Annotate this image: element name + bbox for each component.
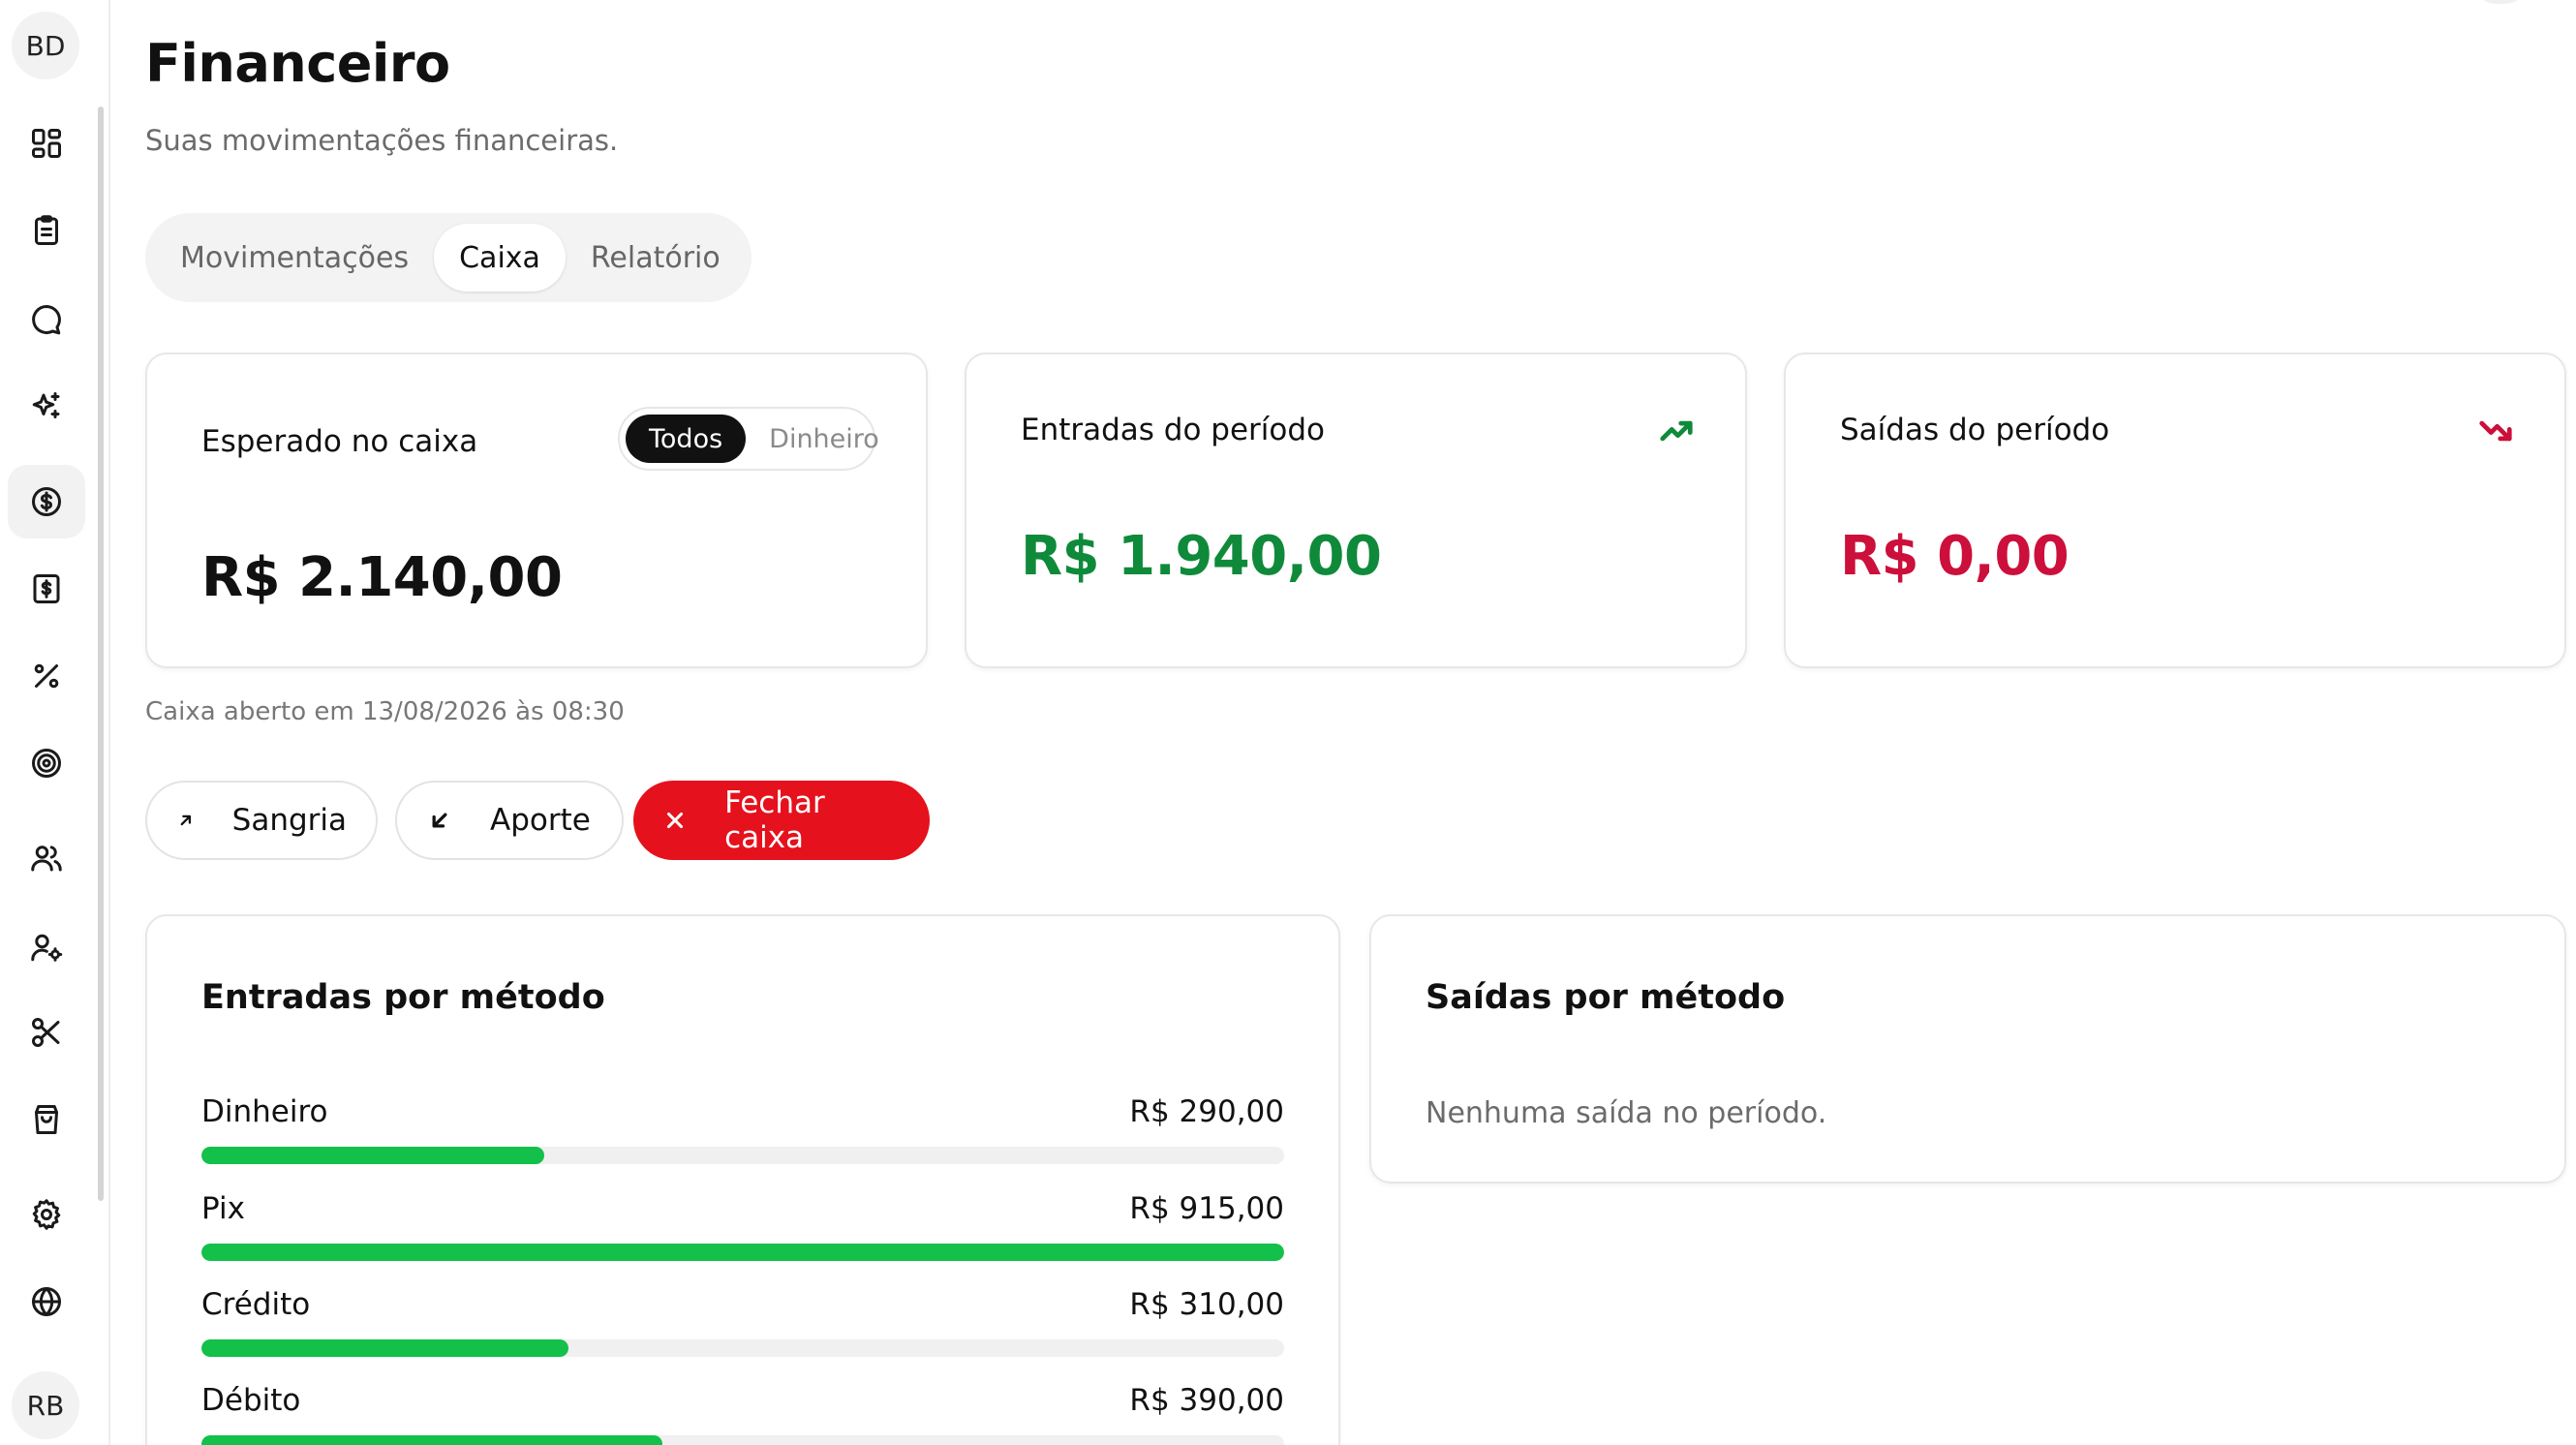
dashboard-icon: [32, 129, 61, 158]
sidebar-item-financial[interactable]: [8, 465, 85, 538]
user-avatar[interactable]: RB: [12, 1371, 79, 1439]
users-icon: [31, 845, 62, 872]
tab-bar: Movimentações Caixa Relatório: [145, 213, 751, 302]
method-bar-fill: [201, 1435, 663, 1445]
sidebar-item-website[interactable]: [8, 1265, 85, 1338]
close-cash-button[interactable]: Fechar caixa: [633, 781, 930, 860]
sidebar-item-clients[interactable]: [8, 821, 85, 895]
app-window: BD RB Financeiro Suas movimentações fina…: [0, 0, 2576, 1445]
trending-up-icon: [1660, 420, 1693, 442]
clipboard-icon: [35, 215, 58, 245]
outgoing-label: Saídas do período: [1840, 413, 2110, 447]
sidebar-item-appointments[interactable]: [8, 194, 85, 267]
shopping-bag-icon: [35, 1105, 58, 1134]
outgoing-by-method-panel: Saídas por método Nenhuma saída no perío…: [1369, 914, 2566, 1184]
method-value: R$ 290,00: [1129, 1094, 1284, 1129]
income-by-method-panel: Entradas por método Dinheiro R$ 290,00 P…: [145, 914, 1340, 1445]
percent-icon: [34, 663, 59, 689]
target-icon: [32, 749, 61, 778]
workspace-avatar-initials: BD: [25, 29, 66, 62]
income-label: Entradas do período: [1021, 413, 1326, 447]
income-by-method-title: Entradas por método: [201, 978, 605, 1017]
page-title: Financeiro: [145, 33, 450, 94]
close-icon: [666, 812, 684, 829]
sidebar-item-commissions[interactable]: [8, 639, 85, 713]
method-value: R$ 390,00: [1129, 1383, 1284, 1418]
globe-icon: [32, 1287, 61, 1316]
sidebar-item-staff[interactable]: [8, 910, 85, 984]
deposit-button[interactable]: Aporte: [395, 781, 624, 860]
gear-icon: [32, 1199, 61, 1230]
withdraw-button[interactable]: Sangria: [145, 781, 378, 860]
income-card: Entradas do período R$ 1.940,00: [965, 353, 1747, 668]
expected-cash-label: Esperado no caixa: [201, 424, 478, 459]
filter-option-dinheiro[interactable]: Dinheiro: [746, 415, 903, 463]
sidebar-item-ai[interactable]: [8, 370, 85, 444]
sidebar-item-goals[interactable]: [8, 726, 85, 800]
user-avatar-initials: RB: [26, 1389, 65, 1422]
list-item: Crédito R$ 310,00: [201, 1287, 1284, 1357]
list-item: Pix R$ 915,00: [201, 1191, 1284, 1261]
method-value: R$ 915,00: [1129, 1191, 1284, 1226]
cash-filter-toggle: Todos Dinheiro: [618, 407, 879, 471]
method-name: Crédito: [201, 1287, 311, 1322]
filter-option-todos[interactable]: Todos: [626, 415, 747, 463]
cash-opened-note: Caixa aberto em 13/08/2026 às 08:30: [145, 697, 625, 726]
tab-caixa[interactable]: Caixa: [434, 224, 566, 292]
sidebar-item-services[interactable]: [8, 996, 85, 1069]
outgoing-value: R$ 0,00: [1840, 525, 2070, 588]
sidebar-item-billing[interactable]: [8, 552, 85, 626]
tab-relatorio[interactable]: Relatório: [566, 224, 746, 292]
sidebar-item-products[interactable]: [8, 1083, 85, 1156]
method-bar-track: [201, 1244, 1284, 1261]
arrow-up-right-icon: [180, 815, 192, 826]
main-content: Financeiro Suas movimentações financeira…: [145, 0, 2576, 1445]
trending-down-icon: [2479, 420, 2512, 442]
list-item: Débito R$ 390,00: [201, 1383, 1284, 1445]
outgoing-card: Saídas do período R$ 0,00: [1784, 353, 2566, 668]
scissors-icon: [32, 1018, 60, 1047]
expected-cash-card: Esperado no caixa Todos Dinheiro R$ 2.14…: [145, 353, 928, 668]
empty-state-message: Nenhuma saída no período.: [1426, 1096, 1827, 1130]
method-name: Débito: [201, 1383, 301, 1418]
sidebar: BD RB: [0, 0, 110, 1445]
dollar-circle-icon: [32, 487, 61, 516]
outgoing-by-method-title: Saídas por método: [1426, 978, 1786, 1017]
withdraw-button-label: Sangria: [231, 803, 347, 838]
deposit-button-label: Aporte: [490, 803, 591, 838]
tab-movimentacoes[interactable]: Movimentações: [155, 224, 434, 292]
sidebar-item-settings[interactable]: [8, 1178, 85, 1251]
workspace-avatar[interactable]: BD: [12, 12, 79, 79]
sparkles-icon: [32, 392, 60, 418]
user-settings-icon: [31, 934, 63, 962]
dollar-document-icon: [33, 574, 60, 603]
method-bar-fill: [201, 1244, 1284, 1261]
method-bar-fill: [201, 1339, 568, 1357]
income-value: R$ 1.940,00: [1021, 525, 1382, 588]
method-bar-track: [201, 1147, 1284, 1164]
method-bar-track: [201, 1435, 1284, 1445]
close-cash-button-label: Fechar caixa: [724, 785, 825, 855]
top-right-partial-control[interactable]: [2471, 0, 2530, 4]
list-item: Dinheiro R$ 290,00: [201, 1094, 1284, 1164]
method-bar-fill: [201, 1147, 545, 1164]
sidebar-item-dashboard[interactable]: [8, 107, 85, 180]
expected-cash-value: R$ 2.140,00: [201, 546, 563, 609]
sidebar-scrollbar[interactable]: [98, 107, 104, 1201]
sidebar-item-messages[interactable]: [8, 283, 85, 356]
page-subtitle: Suas movimentações financeiras.: [145, 124, 619, 157]
method-bar-track: [201, 1339, 1284, 1357]
method-value: R$ 310,00: [1129, 1287, 1284, 1322]
method-name: Pix: [201, 1191, 245, 1226]
method-name: Dinheiro: [201, 1094, 328, 1129]
arrow-down-left-icon: [432, 813, 447, 828]
chat-icon: [32, 305, 61, 335]
